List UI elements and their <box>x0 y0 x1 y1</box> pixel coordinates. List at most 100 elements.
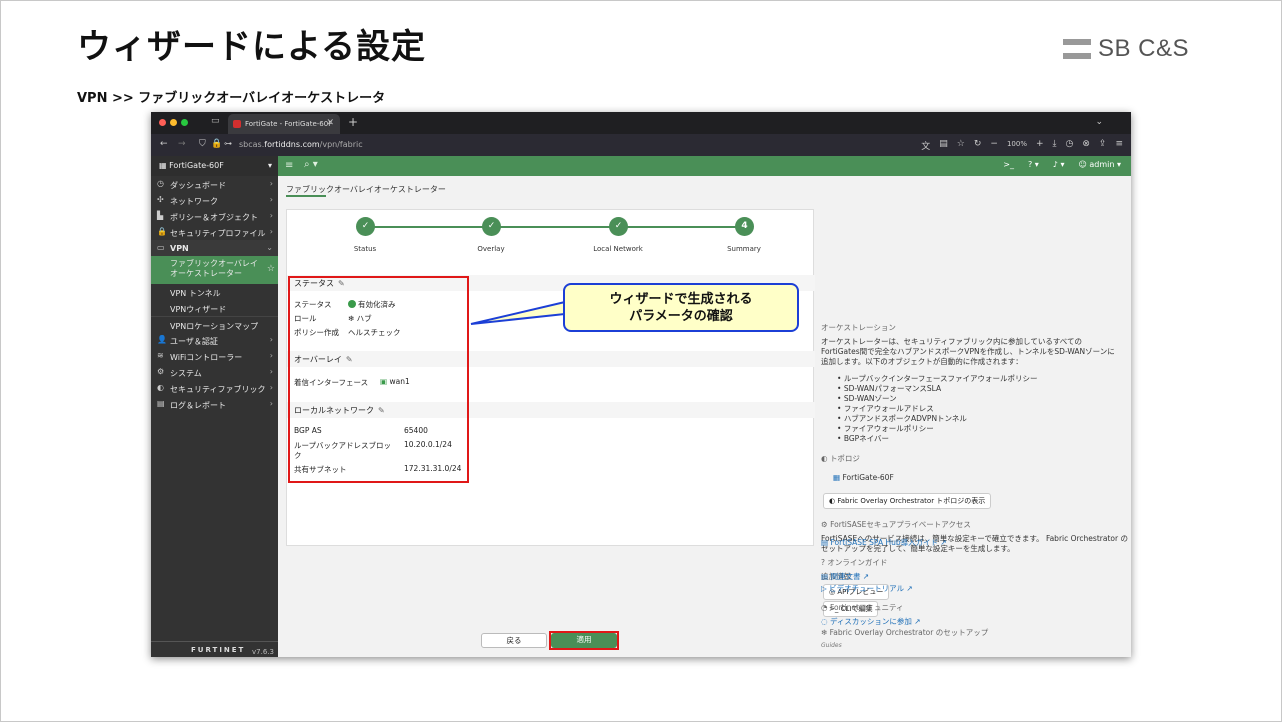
step-label-overlay: Overlay <box>477 245 505 253</box>
sidebar-item-security-profile[interactable]: 🔒 セキュリティプロファイル › <box>151 224 278 240</box>
tab-overview-icon[interactable]: ▭ <box>211 116 220 126</box>
dashboard-icon: ◷ <box>157 179 164 188</box>
sidebar-item-vpn[interactable]: ▭ VPN ⌄ <box>151 240 278 256</box>
notification-bell-icon[interactable]: ♪ ▾ <box>1053 160 1065 169</box>
sidebar-item-wifi[interactable]: ≋ WiFiコントローラー › <box>151 348 278 364</box>
show-topology-button[interactable]: ◐ Fabric Overlay Orchestrator トポロジの表示 <box>823 493 992 509</box>
sidebar-item-label: ネットワーク <box>170 197 218 206</box>
external-link-icon: ↗ <box>940 538 947 547</box>
video-tutorial-link[interactable]: ▷ ビデオチュートリアル ↗ <box>821 583 913 594</box>
fortigate-device-icon: ▦ <box>159 161 170 170</box>
share-icon[interactable]: ⇪ <box>1099 139 1107 152</box>
reload-icon[interactable]: ↻ <box>974 139 982 152</box>
close-tab-icon[interactable]: ✕ <box>326 118 334 128</box>
step-label-summary: Summary <box>727 245 761 253</box>
sidebar-item-log-report[interactable]: ▤ ログ＆レポート › <box>151 396 278 412</box>
close-window-icon[interactable] <box>159 119 166 126</box>
step-check-icon[interactable]: ✓ <box>609 217 628 236</box>
chevron-right-icon: › <box>269 383 273 392</box>
browser-tab[interactable]: FortiGate - FortiGate-60F ✕ <box>228 114 340 134</box>
page-title-underline <box>286 195 326 197</box>
policy-icon: ▙ <box>157 211 164 220</box>
download-icon[interactable]: ⤓ <box>1053 139 1057 152</box>
join-discussion-link[interactable]: ◌ ディスカッションに参加 ↗ <box>821 616 921 627</box>
fabric-icon: ◐ <box>157 383 164 392</box>
minimize-window-icon[interactable] <box>170 119 177 126</box>
user-icon: 👤 <box>157 335 167 344</box>
reader-icon[interactable]: ▤ <box>939 139 948 152</box>
search-icon[interactable]: ⌕ ▾ <box>304 159 318 170</box>
help-icon[interactable]: ? ▾ <box>1028 160 1039 169</box>
history-icon[interactable]: ◷ <box>1066 139 1074 152</box>
zoom-out-icon[interactable]: − <box>990 139 998 152</box>
guides-label: Guides <box>821 642 842 649</box>
callout-pointer <box>470 300 566 325</box>
step-number[interactable]: 4 <box>735 217 754 236</box>
menu-icon[interactable]: ≡ <box>1115 139 1123 152</box>
bookmark-star-icon[interactable]: ☆ <box>957 139 965 152</box>
community-icon: ◔ <box>821 603 830 612</box>
back-arrow-icon[interactable]: ← <box>160 139 168 149</box>
hamburger-menu-icon[interactable]: ≡ <box>285 160 293 171</box>
extension-icon[interactable]: ⊗ <box>1082 139 1090 152</box>
sidebar-item-fabric-overlay-orchestrator[interactable]: ファブリックオーバレイ オーケストレーター ☆ <box>151 256 278 284</box>
step-check-icon[interactable]: ✓ <box>482 217 501 236</box>
lock-icon: 🔒 <box>157 227 167 236</box>
key-icon[interactable]: ⊶ <box>224 139 232 148</box>
chevron-right-icon: › <box>269 399 273 408</box>
back-button[interactable]: 戻る <box>481 633 547 648</box>
step-check-icon[interactable]: ✓ <box>356 217 375 236</box>
sidebar-item-dashboard[interactable]: ◷ ダッシュボード › <box>151 176 278 192</box>
user-menu[interactable]: ☺ admin ▾ <box>1078 160 1121 169</box>
new-tab-icon[interactable]: + <box>348 115 358 129</box>
related-docs-link[interactable]: ▤ 関連文書 ↗ <box>821 571 869 582</box>
sidebar-item-label: セキュリティファブリック <box>170 385 266 394</box>
sidebar-item-vpn-tunnel[interactable]: VPN トンネル <box>151 284 278 300</box>
chevron-down-icon: ⌄ <box>266 243 273 252</box>
chevron-right-icon: › <box>269 211 273 220</box>
zoom-level[interactable]: 100% <box>1007 139 1027 152</box>
favorite-star-icon[interactable]: ☆ <box>267 264 275 274</box>
sidebar-item-system[interactable]: ⚙ システム › <box>151 364 278 380</box>
cli-console-icon[interactable]: >_ <box>1003 160 1014 169</box>
sidebar-item-label: WiFiコントローラー <box>170 353 243 362</box>
browser-toolbar: 文 ▤ ☆ ↻ − 100% + ⤓ ◷ ⊗ ⇪ ≡ <box>921 139 1123 152</box>
external-link-icon: ↗ <box>862 572 870 581</box>
fortisase-heading: ⚙ FortiSASEセキュアプライベートアクセス <box>821 520 971 529</box>
sidebar-item-vpn-location-map[interactable]: VPNロケーションマップ <box>151 316 278 332</box>
tab-title: FortiGate - FortiGate-60F <box>245 120 333 128</box>
browser-tabbar: ▭ FortiGate - FortiGate-60F ✕ + ⌄ <box>151 112 1131 134</box>
community-heading: ◔ Fortinetコミュニティ <box>821 603 904 612</box>
chevron-right-icon: › <box>269 227 273 236</box>
sidebar-item-user-auth[interactable]: 👤 ユーザ＆認証 › <box>151 332 278 348</box>
fortisase-guide-link[interactable]: ▤ FortiSASE SPA Hub導入ガイド ↗ <box>821 537 947 548</box>
maximize-window-icon[interactable] <box>181 119 188 126</box>
setup-icon: ❄ <box>821 628 830 637</box>
summary-highlight-box <box>288 276 469 483</box>
shield-icon[interactable]: ⛉ <box>199 139 206 149</box>
chevron-right-icon: › <box>269 195 273 204</box>
fortigate-header: ▦ FortiGate-60F ▾ ≡ ⌕ ▾ >_ ? ▾ ♪ ▾ ☺ adm… <box>151 156 1131 176</box>
url-field[interactable]: sbcas.fortiddns.com/vpn/fabric <box>239 140 363 149</box>
forward-arrow-icon[interactable]: → <box>178 139 186 149</box>
sidebar-item-label: VPN <box>170 244 189 253</box>
video-icon: ▷ <box>821 584 830 593</box>
wifi-icon: ≋ <box>157 351 164 360</box>
device-selector[interactable]: ▦ FortiGate-60F ▾ <box>151 156 278 176</box>
slide-title: ウィザードによる設定 <box>77 27 426 67</box>
sidebar-item-policy[interactable]: ▙ ポリシー＆オブジェクト › <box>151 208 278 224</box>
lock-icon[interactable]: 🔒 <box>211 139 222 149</box>
report-icon: ▤ <box>157 399 165 408</box>
firmware-version: v7.6.3 <box>252 648 274 656</box>
chevron-down-icon[interactable]: ⌄ <box>1095 117 1103 127</box>
external-link-icon: ↗ <box>914 617 921 626</box>
orchestration-text-3: 追加します。以下のオブジェクトが自動的に作成されます： <box>821 357 1023 366</box>
sidebar-item-network[interactable]: ✣ ネットワーク › <box>151 192 278 208</box>
zoom-in-icon[interactable]: + <box>1036 139 1044 152</box>
callout-line-2: パラメータの確認 <box>629 309 733 324</box>
sidebar-item-security-fabric[interactable]: ◐ セキュリティファブリック › <box>151 380 278 396</box>
chevron-right-icon: › <box>269 367 273 376</box>
sidebar-item-vpn-wizard[interactable]: VPNウィザード <box>151 300 278 316</box>
translate-icon[interactable]: 文 <box>921 139 930 152</box>
caret-down-icon: ▾ <box>267 161 272 170</box>
